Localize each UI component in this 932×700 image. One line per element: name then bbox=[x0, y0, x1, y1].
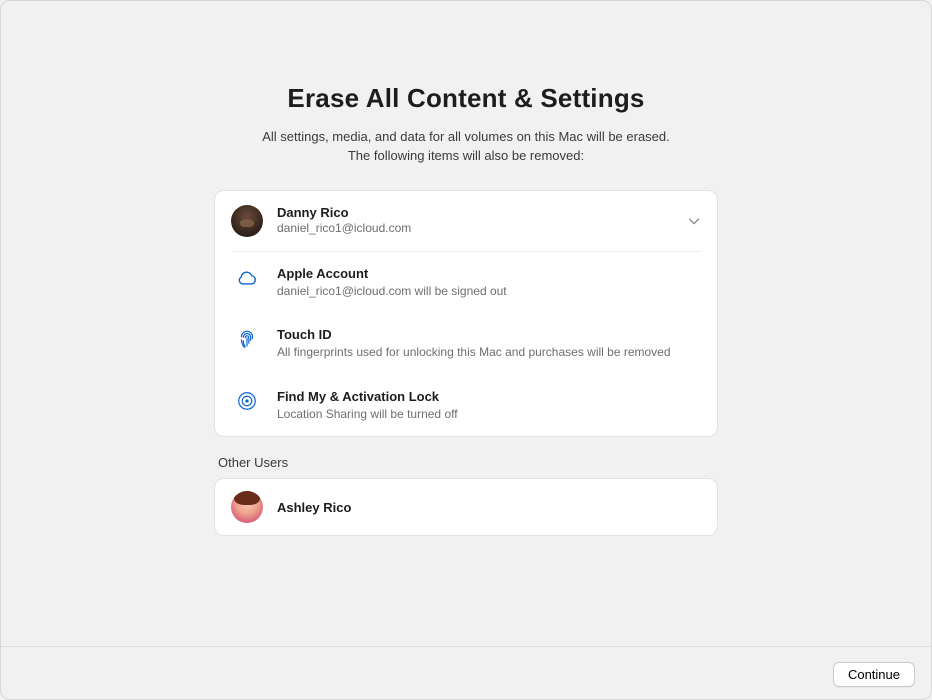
cloud-icon bbox=[231, 266, 263, 289]
page-subtitle: All settings, media, and data for all vo… bbox=[262, 128, 670, 166]
primary-user-header[interactable]: Danny Rico daniel_rico1@icloud.com bbox=[215, 191, 717, 251]
item-title: Apple Account bbox=[277, 266, 701, 282]
page-title: Erase All Content & Settings bbox=[287, 83, 644, 114]
item-desc: Location Sharing will be turned off bbox=[277, 406, 701, 422]
primary-user-card: Danny Rico daniel_rico1@icloud.com Apple… bbox=[214, 190, 718, 437]
item-title: Touch ID bbox=[277, 327, 701, 343]
content-area: Erase All Content & Settings All setting… bbox=[1, 1, 931, 536]
item-text: Touch ID All fingerprints used for unloc… bbox=[277, 327, 701, 360]
subtitle-line-1: All settings, media, and data for all vo… bbox=[262, 129, 670, 144]
user-name: Danny Rico bbox=[277, 205, 679, 221]
item-desc: daniel_rico1@icloud.com will be signed o… bbox=[277, 283, 701, 299]
fingerprint-icon bbox=[231, 327, 263, 350]
footer: Continue bbox=[833, 662, 915, 687]
erase-assistant-window: Erase All Content & Settings All setting… bbox=[0, 0, 932, 700]
user-avatar bbox=[231, 205, 263, 237]
other-users-label: Other Users bbox=[214, 455, 718, 470]
item-title: Find My & Activation Lock bbox=[277, 389, 701, 405]
other-users-card: Ashley Rico bbox=[214, 478, 718, 536]
other-user-name: Ashley Rico bbox=[277, 500, 351, 515]
user-text: Danny Rico daniel_rico1@icloud.com bbox=[277, 205, 679, 237]
user-email: daniel_rico1@icloud.com bbox=[277, 221, 679, 237]
item-touch-id: Touch ID All fingerprints used for unloc… bbox=[215, 313, 717, 374]
find-my-icon bbox=[231, 389, 263, 412]
item-text: Apple Account daniel_rico1@icloud.com wi… bbox=[277, 266, 701, 299]
item-apple-account: Apple Account daniel_rico1@icloud.com wi… bbox=[215, 252, 717, 313]
item-text: Find My & Activation Lock Location Shari… bbox=[277, 389, 701, 422]
chevron-down-icon bbox=[687, 214, 701, 228]
user-avatar bbox=[231, 491, 263, 523]
item-desc: All fingerprints used for unlocking this… bbox=[277, 344, 701, 360]
other-user-row[interactable]: Ashley Rico bbox=[215, 479, 717, 535]
footer-separator bbox=[1, 646, 931, 647]
continue-button[interactable]: Continue bbox=[833, 662, 915, 687]
item-find-my: Find My & Activation Lock Location Shari… bbox=[215, 375, 717, 436]
subtitle-line-2: The following items will also be removed… bbox=[348, 148, 584, 163]
